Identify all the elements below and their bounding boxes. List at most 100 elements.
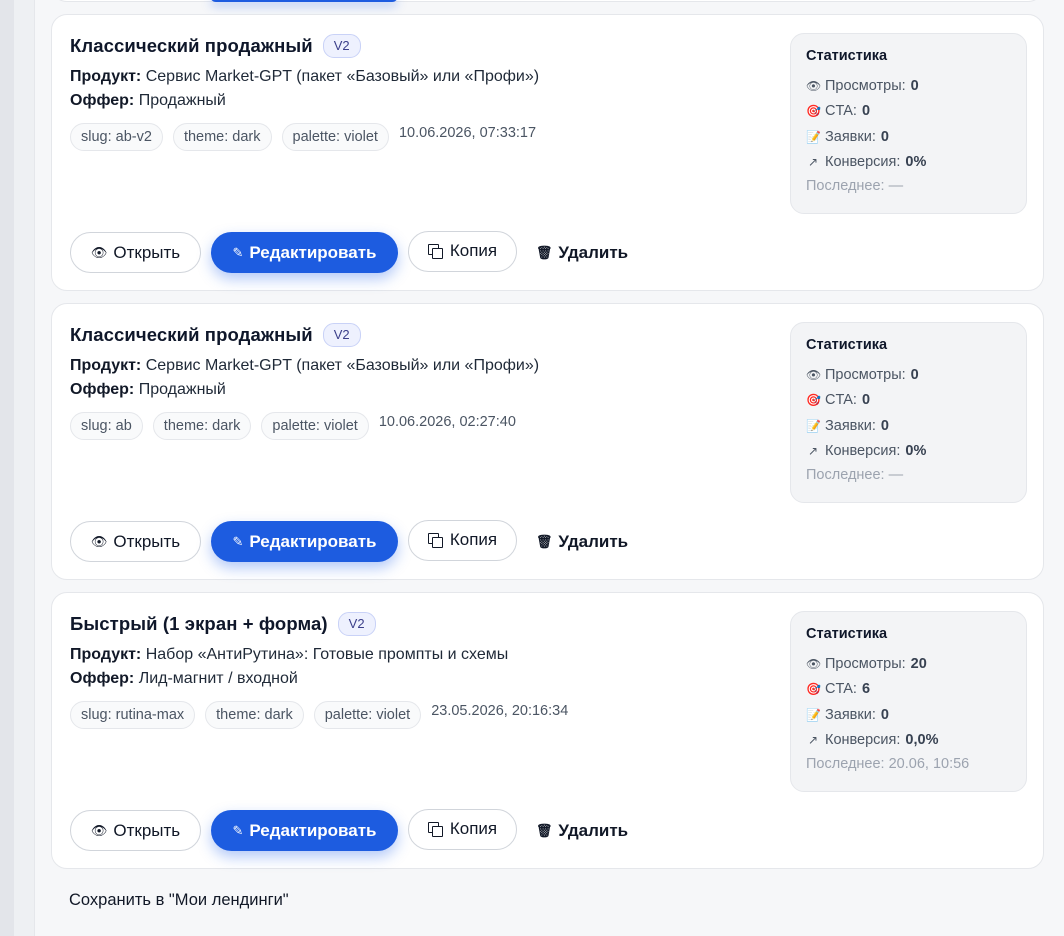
copy-button[interactable]: Копия	[408, 230, 517, 272]
tags-row: slug: ab-v2 theme: dark palette: violet …	[70, 123, 536, 151]
open-button[interactable]: 👁 Открыть	[70, 521, 201, 562]
copy-icon	[427, 822, 443, 837]
stat-cta: 🎯 CTA: 0	[806, 388, 1011, 414]
tags-row: slug: ab theme: dark palette: violet 10.…	[70, 412, 516, 440]
stat-leads-value: 0	[880, 128, 889, 145]
edit-button[interactable]: ✎ Редактировать	[211, 232, 398, 273]
edit-label: Редактировать	[249, 820, 377, 840]
delete-label: Удалить	[558, 531, 629, 551]
stat-last-activity: Последнее: —	[806, 467, 904, 483]
card-title: Классический продажный	[70, 324, 313, 345]
stat-views: 👁 Просмотры: 0	[806, 73, 1011, 99]
stat-conversion-value: 0%	[905, 443, 927, 460]
eye-icon: 👁	[90, 822, 108, 838]
created-date: 10.06.2026, 02:27:40	[378, 414, 516, 430]
target-icon: 🎯	[806, 104, 821, 119]
tag-palette: palette: violet	[313, 701, 422, 729]
previous-card-edge	[51, 0, 1044, 2]
stats-panel: Статистика 👁 Просмотры: 0 🎯 CTA: 0 📝 Зая…	[790, 322, 1027, 503]
stat-leads-value: 0	[880, 706, 889, 723]
open-label: Открыть	[113, 820, 181, 840]
stat-cta-label: CTA:	[825, 392, 857, 409]
copy-icon	[427, 244, 443, 259]
trend-up-icon: ↗	[807, 444, 819, 459]
card-actions: 👁 Открыть ✎ Редактировать Копия 🗑 Удалит…	[70, 808, 637, 851]
tag-slug: slug: ab-v2	[70, 123, 163, 151]
open-button[interactable]: 👁 Открыть	[70, 232, 201, 273]
pencil-icon: ✎	[232, 822, 244, 838]
stats-title: Статистика	[806, 626, 888, 642]
stat-conversion-value: 0,0%	[905, 732, 939, 749]
landing-card: Классический продажный V2 Продукт: Серви…	[51, 303, 1044, 580]
tag-theme: theme: dark	[172, 123, 272, 151]
trash-icon: 🗑	[535, 822, 553, 838]
trash-icon: 🗑	[535, 244, 553, 260]
copy-label: Копия	[449, 530, 498, 549]
stat-conversion: ↗ Конверсия: 0,0%	[806, 728, 1011, 754]
left-rail	[0, 0, 14, 936]
stats-panel: Статистика 👁 Просмотры: 20 🎯 CTA: 6 📝 За…	[790, 611, 1027, 792]
stat-cta: 🎯 CTA: 6	[806, 677, 1011, 703]
stat-last-activity: Последнее: —	[806, 178, 904, 194]
stat-views-label: Просмотры:	[825, 77, 906, 94]
stat-last-activity: Последнее: 20.06, 10:56	[806, 756, 970, 772]
eye-icon: 👁	[806, 656, 822, 671]
stat-leads-label: Заявки:	[825, 706, 876, 723]
tag-theme: theme: dark	[152, 412, 252, 440]
save-to-my-landings[interactable]: Сохранить в "Мои лендинги"	[69, 891, 289, 910]
stat-cta-label: CTA:	[825, 103, 857, 120]
eye-icon: 👁	[90, 244, 108, 260]
product-label: Продукт:	[70, 646, 142, 663]
tag-palette: palette: violet	[261, 412, 369, 440]
offer-value: Продажный	[138, 92, 226, 109]
product-line: Продукт: Сервис Market-GPT (пакет «Базов…	[70, 357, 539, 375]
delete-button[interactable]: 🗑 Удалить	[527, 810, 637, 851]
offer-line: Оффер: Продажный	[70, 381, 226, 399]
version-badge: V2	[322, 34, 361, 58]
delete-button[interactable]: 🗑 Удалить	[527, 232, 637, 273]
stat-conversion: ↗ Конверсия: 0%	[806, 439, 1011, 465]
offer-line: Оффер: Продажный	[70, 92, 226, 110]
open-label: Открыть	[113, 531, 181, 551]
delete-label: Удалить	[558, 242, 629, 262]
created-date: 23.05.2026, 20:16:34	[431, 703, 569, 719]
copy-button[interactable]: Копия	[408, 808, 517, 850]
card-title: Классический продажный	[70, 35, 313, 56]
stat-views-label: Просмотры:	[825, 366, 906, 383]
card-title-row: Классический продажный V2	[70, 34, 361, 58]
memo-icon: 📝	[806, 129, 821, 144]
edit-label: Редактировать	[249, 531, 377, 551]
delete-button[interactable]: 🗑 Удалить	[527, 521, 637, 562]
tag-palette: palette: violet	[281, 123, 389, 151]
stat-leads: 📝 Заявки: 0	[806, 124, 1011, 150]
card-actions: 👁 Открыть ✎ Редактировать Копия 🗑 Удалит…	[70, 519, 637, 562]
product-line: Продукт: Набор «АнтиРутина»: Готовые про…	[70, 646, 508, 664]
stat-cta-label: CTA:	[825, 681, 857, 698]
edit-button[interactable]: ✎ Редактировать	[211, 810, 398, 851]
trash-icon: 🗑	[535, 533, 553, 549]
eye-icon: 👁	[90, 533, 108, 549]
open-button[interactable]: 👁 Открыть	[70, 810, 201, 851]
tag-slug: slug: ab	[70, 412, 143, 440]
eye-icon: 👁	[806, 367, 822, 382]
stat-views: 👁 Просмотры: 0	[806, 362, 1011, 388]
stats-title: Статистика	[806, 337, 888, 353]
tags-row: slug: rutina-max theme: dark palette: vi…	[70, 701, 568, 729]
stat-conversion: ↗ Конверсия: 0%	[806, 150, 1011, 176]
target-icon: 🎯	[806, 682, 821, 697]
landing-card: Быстрый (1 экран + форма) V2 Продукт: На…	[51, 592, 1044, 869]
stat-leads: 📝 Заявки: 0	[806, 413, 1011, 439]
offer-label: Оффер:	[70, 381, 135, 398]
landing-card: Классический продажный V2 Продукт: Серви…	[51, 14, 1044, 291]
edit-button[interactable]: ✎ Редактировать	[211, 521, 398, 562]
product-label: Продукт:	[70, 357, 142, 374]
stat-leads-label: Заявки:	[825, 128, 876, 145]
stat-cta-value: 0	[861, 103, 871, 120]
offer-line: Оффер: Лид-магнит / входной	[70, 670, 298, 688]
open-label: Открыть	[113, 242, 181, 262]
previous-edit-button-edge[interactable]	[210, 0, 398, 2]
copy-button[interactable]: Копия	[408, 519, 517, 561]
created-date: 10.06.2026, 07:33:17	[398, 125, 537, 141]
product-value: Сервис Market-GPT (пакет «Базовый» или «…	[145, 68, 540, 85]
offer-value: Лид-магнит / входной	[138, 670, 298, 687]
